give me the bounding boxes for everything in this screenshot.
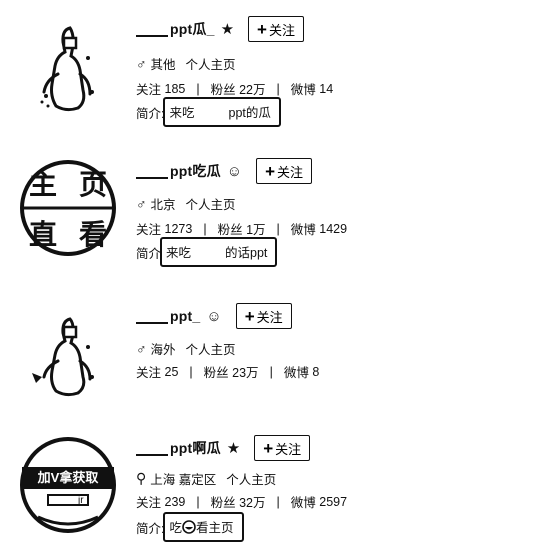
fans-count[interactable]: 32万 — [239, 492, 265, 511]
follow-button[interactable]: + 关注 — [235, 303, 292, 329]
home-link[interactable]: 个人主页 — [186, 54, 236, 73]
plus-icon: + — [263, 438, 274, 458]
stats-line: 关注 185 | 粉丝 22万 | 微博 14 — [136, 79, 333, 98]
melon-icon — [182, 519, 196, 534]
bio-line: 简介: 吃看主页 — [136, 512, 244, 542]
male-icon: ♂ — [136, 55, 147, 72]
location-pin-icon: ⚲ — [136, 470, 147, 486]
avatar-figure-icon[interactable] — [18, 18, 118, 118]
fans-count[interactable]: 23万 — [232, 362, 258, 381]
fans-count[interactable]: 1万 — [246, 219, 265, 238]
plus-icon: + — [257, 19, 267, 39]
user-name[interactable]: ppt_ — [136, 308, 200, 325]
follow-count[interactable]: 1273 — [165, 222, 193, 236]
male-icon: ♂ — [136, 340, 147, 357]
meta-line: ♂ 其他 个人主页 — [136, 54, 236, 73]
avatar-seal-text: 主 页 直 看 — [28, 169, 107, 250]
weibo-count[interactable]: 1429 — [319, 222, 347, 236]
user-card[interactable]: ppt瓜_ ★ + 关注 ♂ 其他 个人主页 关注 185 | 粉丝 22万 | … — [0, 8, 548, 128]
stats-line: 关注 239 | 粉丝 32万 | 微博 2597 — [136, 492, 347, 511]
bio-label: 简介 — [136, 246, 162, 261]
bio-highlight-box: 来吃 ppt的瓜 — [163, 97, 281, 127]
name-row: ppt吃瓜 ☺ + 关注 — [136, 158, 313, 184]
follow-button[interactable]: + 关注 — [248, 16, 304, 42]
location-text: 其他 — [150, 58, 176, 72]
fans-count[interactable]: 22万 — [239, 79, 265, 98]
stats-line: 关注 25 | 粉丝 23万 | 微博 8 — [136, 362, 319, 381]
name-row: ppt_ ☺ + 关注 — [136, 303, 292, 329]
user-name[interactable]: ppt瓜_ — [136, 19, 215, 39]
meta-line: ⚲ 上海 嘉定区 个人主页 — [136, 469, 276, 488]
plus-icon: + — [244, 306, 255, 326]
home-link[interactable]: 个人主页 — [186, 194, 236, 213]
redaction — [136, 442, 168, 457]
user-card[interactable]: 加V拿获取 jr ppt啊瓜 ★ + 关注 ⚲ 上海 嘉定区 个人主页 关注 23… — [0, 423, 548, 543]
weibo-count[interactable]: 8 — [312, 365, 319, 379]
follow-count[interactable]: 239 — [165, 495, 186, 509]
bio-label: 简介: — [136, 521, 165, 536]
avatar-figure-icon[interactable] — [18, 303, 118, 403]
bio-highlight-box: 来吃 的话ppt — [160, 237, 278, 267]
weibo-count[interactable]: 2597 — [319, 495, 347, 509]
user-card[interactable]: 主 页 直 看 ppt吃瓜 ☺ + 关注 ♂ 北京 个人主页 关注 1273 | … — [0, 148, 548, 268]
name-row: ppt瓜_ ★ + 关注 — [136, 16, 304, 42]
follow-button[interactable]: + 关注 — [256, 158, 313, 184]
redaction — [136, 23, 168, 38]
location-text: 北京 — [150, 198, 176, 212]
name-row: ppt啊瓜 ★ + 关注 — [136, 435, 311, 461]
male-icon: ♂ — [136, 195, 147, 212]
location-text: 海外 — [150, 343, 176, 357]
follow-count[interactable]: 185 — [165, 82, 186, 96]
bio-highlight-box: 吃看主页 — [163, 512, 244, 542]
follow-button[interactable]: + 关注 — [254, 435, 311, 461]
member-badge-icon: ☺ — [226, 162, 243, 180]
user-card[interactable]: ppt_ ☺ + 关注 ♂ 海外 个人主页 关注 25 | 粉丝 23万 | 微博… — [0, 293, 548, 413]
bio-label: 简介: — [136, 106, 165, 121]
home-link[interactable]: 个人主页 — [186, 339, 236, 358]
stats-line: 关注 1273 | 粉丝 1万 | 微博 1429 — [136, 219, 347, 238]
redaction — [136, 310, 168, 325]
follow-count[interactable]: 25 — [165, 365, 179, 379]
location-text: 上海 嘉定区 — [150, 473, 217, 487]
user-name[interactable]: ppt啊瓜 — [136, 438, 221, 458]
bio-line: 简介 来吃 的话ppt — [136, 237, 278, 267]
redaction — [136, 165, 168, 180]
search-results-user-list: ppt瓜_ ★ + 关注 ♂ 其他 个人主页 关注 185 | 粉丝 22万 | … — [0, 0, 548, 553]
star-badge-icon: ★ — [226, 439, 241, 457]
plus-icon: + — [265, 161, 276, 181]
meta-line: ♂ 北京 个人主页 — [136, 194, 236, 213]
weibo-count[interactable]: 14 — [319, 82, 333, 96]
avatar-badge-text: 加V拿获取 — [37, 470, 99, 485]
bio-line: 简介: 来吃 ppt的瓜 — [136, 97, 281, 127]
member-badge-icon: ☺ — [206, 307, 222, 325]
star-badge-icon: ★ — [220, 20, 235, 38]
avatar-badge-subtext: jr — [78, 495, 84, 506]
meta-line: ♂ 海外 个人主页 — [136, 339, 236, 358]
home-link[interactable]: 个人主页 — [226, 469, 276, 488]
user-name[interactable]: ppt吃瓜 — [136, 161, 221, 181]
